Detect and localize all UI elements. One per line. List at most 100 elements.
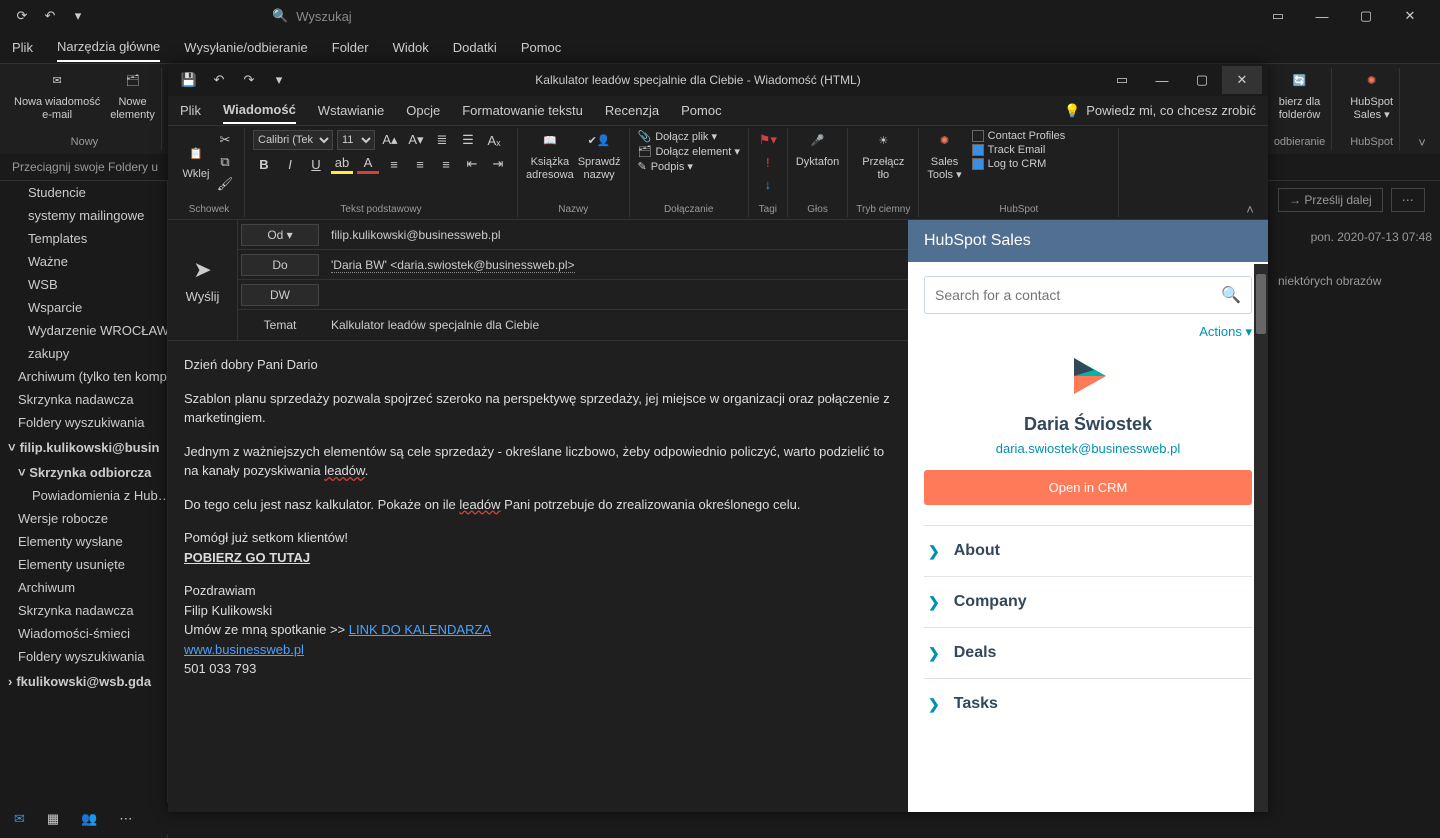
sidebar-item[interactable]: Wiadomości-śmieci <box>0 622 167 645</box>
align-center-icon[interactable]: ≡ <box>409 154 431 174</box>
send-button[interactable]: ➤ Wyślij <box>168 220 238 340</box>
sidebar-item[interactable]: Elementy usunięte <box>0 553 167 576</box>
importance-low-icon[interactable]: ↓ <box>757 174 779 194</box>
copy-icon[interactable]: ⧉ <box>214 152 236 172</box>
global-search[interactable]: 🔍 Wyszukaj <box>272 8 352 24</box>
redo-icon[interactable]: ↷ <box>234 66 264 94</box>
search-icon[interactable]: 🔍 <box>1221 285 1241 305</box>
numbering-icon[interactable]: ☰ <box>457 130 479 150</box>
tab-dodatki[interactable]: Dodatki <box>453 34 497 61</box>
toggle-dark-button[interactable]: ☀Przełącz tło <box>856 130 910 182</box>
sidebar-item[interactable]: Foldery wyszukiwania <box>0 645 167 668</box>
tab-wstawianie[interactable]: Wstawianie <box>318 98 384 123</box>
highlight-icon[interactable]: ab <box>331 154 353 174</box>
tab-narzedzia[interactable]: Narzędzia główne <box>57 33 160 62</box>
scrollbar-thumb[interactable] <box>1256 274 1266 334</box>
maximize-icon[interactable]: ▢ <box>1344 2 1388 30</box>
shrink-font-icon[interactable]: A▾ <box>405 130 427 150</box>
tab-formatowanie[interactable]: Formatowanie tekstu <box>462 98 583 123</box>
cut-icon[interactable]: ✂ <box>214 130 236 150</box>
log-to-crm-toggle[interactable]: Log to CRM <box>972 158 1066 170</box>
titlebar-more-icon[interactable]: ▾ <box>64 2 92 30</box>
sidebar-item[interactable]: Studencie <box>0 181 167 204</box>
save-icon[interactable]: 💾 <box>174 66 204 94</box>
to-button[interactable]: Do <box>241 254 319 276</box>
subject-field[interactable]: Kalkulator leadów specjalnie dla Ciebie <box>327 318 908 332</box>
download-link[interactable]: POBIERZ GO TUTAJ <box>184 550 310 565</box>
hubspot-sales-button[interactable]: ✺ HubSpot Sales ▾ <box>1350 70 1393 122</box>
tab-opcje[interactable]: Opcje <box>406 98 440 123</box>
new-items-button[interactable]: 🗂 Nowe elementy <box>110 70 155 122</box>
more-icon[interactable]: ⋯ <box>119 811 132 827</box>
bullets-icon[interactable]: ≣ <box>431 130 453 150</box>
italic-icon[interactable]: I <box>279 154 301 174</box>
font-name-select[interactable]: Calibri (Tek <box>253 130 333 150</box>
new-mail-button[interactable]: ✉ Nowa wiadomość e-mail <box>14 70 100 122</box>
tab-pomoc[interactable]: Pomoc <box>681 98 721 123</box>
to-field[interactable]: 'Daria BW' <daria.swiostek@businessweb.p… <box>327 258 908 272</box>
qat-more-icon[interactable]: ▾ <box>264 66 294 94</box>
from-button[interactable]: Od ▾ <box>241 224 319 246</box>
sync-icon[interactable]: ⟳ <box>8 2 36 30</box>
sidebar-item-inbox[interactable]: ˅ Skrzynka odbiorcza <box>0 461 167 484</box>
account-header[interactable]: › fkulikowski@wsb.gda <box>0 668 167 695</box>
paste-button[interactable]: 📋 Wklej <box>182 142 210 181</box>
tab-widok[interactable]: Widok <box>393 34 429 61</box>
attach-file-button[interactable]: 📎Dołącz plik ▾ <box>638 130 740 143</box>
scrollbar[interactable] <box>1254 264 1268 812</box>
align-right-icon[interactable]: ≡ <box>435 154 457 174</box>
people-icon[interactable]: 👥 <box>81 811 97 827</box>
importance-high-icon[interactable]: ! <box>757 152 779 172</box>
sidebar-item[interactable]: Skrzynka nadawcza <box>0 599 167 622</box>
window-overflow-icon[interactable]: ▭ <box>1256 2 1300 30</box>
check-names-button[interactable]: ✔👤Sprawdź nazwy <box>578 130 621 182</box>
section-company[interactable]: ❯Company <box>924 576 1252 627</box>
ribbon-collapse-icon[interactable]: ˅ <box>1412 68 1432 150</box>
mail-icon[interactable]: ✉ <box>14 811 25 827</box>
website-link[interactable]: www.businessweb.pl <box>184 642 304 657</box>
sidebar-item[interactable]: Ważne <box>0 250 167 273</box>
sidebar-item[interactable]: Wsparcie <box>0 296 167 319</box>
sidebar-item[interactable]: Templates <box>0 227 167 250</box>
contact-email[interactable]: daria.swiostek@businessweb.pl <box>924 441 1252 456</box>
tab-plik[interactable]: Plik <box>12 34 33 61</box>
sidebar-item[interactable]: Archiwum <box>0 576 167 599</box>
hubspot-actions-menu[interactable]: Actions ▾ <box>924 324 1252 340</box>
open-in-crm-button[interactable]: Open in CRM <box>924 470 1252 505</box>
track-email-toggle[interactable]: Track Email <box>972 144 1066 156</box>
hubspot-search[interactable]: 🔍 <box>924 276 1252 314</box>
sidebar-item[interactable]: Foldery wyszukiwania <box>0 411 167 434</box>
attach-item-button[interactable]: 🗂Dołącz element ▾ <box>638 145 740 158</box>
section-deals[interactable]: ❯Deals <box>924 627 1252 678</box>
close-icon[interactable]: ✕ <box>1222 66 1262 94</box>
bold-icon[interactable]: B <box>253 154 275 174</box>
sales-tools-button[interactable]: ✺Sales Tools ▾ <box>927 130 961 182</box>
undo-icon[interactable]: ↶ <box>204 66 234 94</box>
window-overflow-icon[interactable]: ▭ <box>1102 66 1142 94</box>
minimize-icon[interactable]: — <box>1300 2 1344 30</box>
dictate-button[interactable]: 🎤Dyktafon <box>796 130 839 169</box>
indent-dec-icon[interactable]: ⇤ <box>461 154 483 174</box>
calendar-icon[interactable]: ▦ <box>47 811 59 827</box>
tab-folder[interactable]: Folder <box>332 34 369 61</box>
indent-inc-icon[interactable]: ⇥ <box>487 154 509 174</box>
ribbon-collapse-icon[interactable]: ˄ <box>1238 128 1262 217</box>
sidebar-item[interactable]: systemy mailingowe <box>0 204 167 227</box>
minimize-icon[interactable]: — <box>1142 66 1182 94</box>
sidebar-item[interactable]: Wydarzenie WROCŁAW <box>0 319 167 342</box>
account-header[interactable]: ˅filip.kulikowski@busin <box>0 434 167 461</box>
signature-button[interactable]: ✎Podpis ▾ <box>638 160 740 173</box>
forward-button[interactable]: → Prześlij dalej <box>1278 188 1383 212</box>
font-size-select[interactable]: 11 <box>337 130 375 150</box>
flag-icon[interactable]: ⚑▾ <box>757 130 779 150</box>
calendar-link[interactable]: LINK DO KALENDARZA <box>349 622 491 637</box>
tab-recenzja[interactable]: Recenzja <box>605 98 659 123</box>
section-tasks[interactable]: ❯Tasks <box>924 678 1252 729</box>
email-body-editor[interactable]: Dzień dobry Pani Dario Szablon planu spr… <box>168 341 908 812</box>
undo-icon[interactable]: ↶ <box>36 2 64 30</box>
sidebar-item[interactable]: Wersje robocze <box>0 507 167 530</box>
tab-wysylanie[interactable]: Wysyłanie/odbieranie <box>184 34 307 61</box>
tab-pomoc[interactable]: Pomoc <box>521 34 561 61</box>
hubspot-search-input[interactable] <box>935 287 1221 303</box>
tab-plik[interactable]: Plik <box>180 98 201 123</box>
